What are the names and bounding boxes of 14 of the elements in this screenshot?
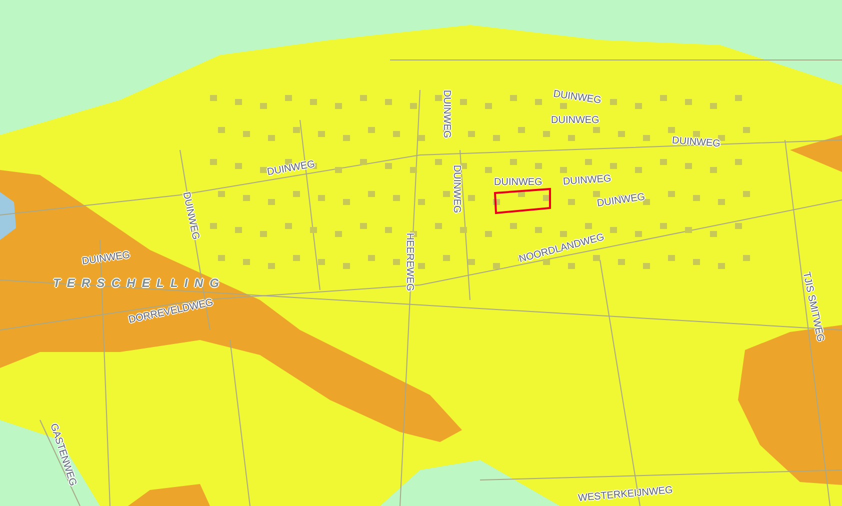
street-label: DUINWEG <box>672 136 721 150</box>
street-label: DUINWEG <box>451 164 462 214</box>
street-label: DUINWEG <box>180 191 200 241</box>
street-label: DUINWEG <box>596 192 646 210</box>
street-label: DUINWEG <box>562 174 612 188</box>
street-label: HEEREWEG <box>404 232 414 292</box>
street-label: DUINWEG <box>441 90 452 138</box>
street-label: DUINWEG <box>266 160 316 178</box>
street-label: DUINWEG <box>82 250 131 268</box>
street-label: WESTERKEIJNWEG <box>578 486 674 504</box>
street-label: DUINWEG <box>551 116 600 126</box>
street-label: DUINWEG <box>552 90 602 106</box>
street-label: DUINWEG <box>494 178 542 188</box>
street-label: TJIS SMITWEG <box>800 271 825 343</box>
